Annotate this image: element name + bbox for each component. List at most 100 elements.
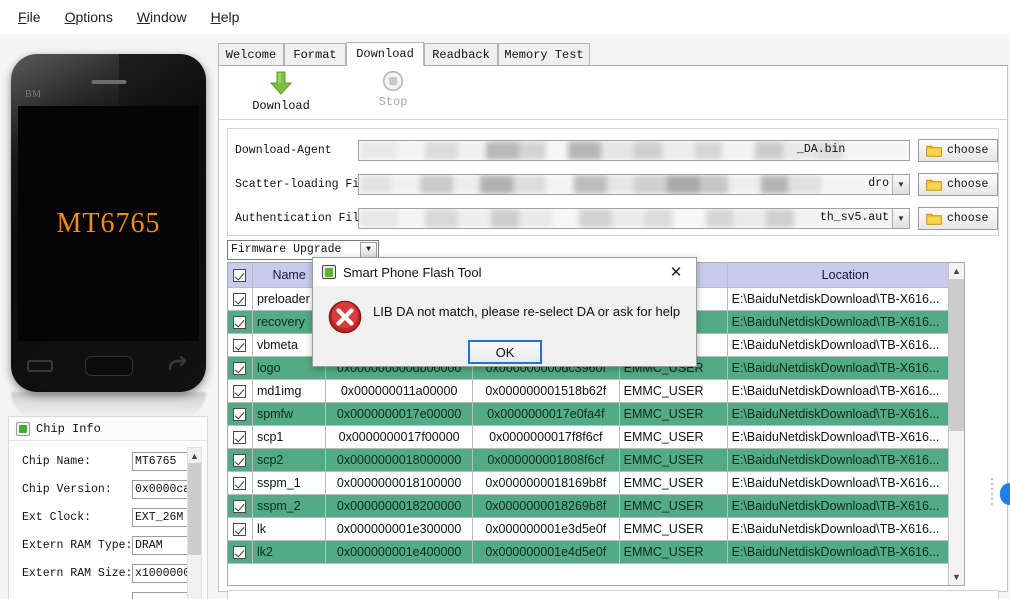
table-row[interactable]: lk2 0x000000001e400000 0x000000001e4d5e0… xyxy=(228,540,964,564)
cell-end: 0x0000000017f8f6cf xyxy=(472,425,620,449)
chip-name-value[interactable]: MT6765 xyxy=(132,451,194,471)
cell-name: scp2 xyxy=(252,448,327,472)
scatter-file-dropdown-icon[interactable]: ▼ xyxy=(892,175,909,194)
row-checkbox-cell[interactable] xyxy=(228,540,253,564)
scatter-file-input[interactable]: dro ▼ xyxy=(358,174,910,195)
row-checkbox[interactable] xyxy=(233,384,247,398)
auth-file-dropdown-icon[interactable]: ▼ xyxy=(892,209,909,228)
tab-readback[interactable]: Readback xyxy=(424,43,498,65)
menu-window[interactable]: Window xyxy=(125,6,199,28)
auth-file-input[interactable]: th_sv5.aut ▼ xyxy=(358,208,910,229)
chip-info-scrollbar[interactable]: ▲ ▼ xyxy=(187,447,202,599)
row-checkbox-cell[interactable] xyxy=(228,356,253,380)
scroll-up-icon[interactable]: ▲ xyxy=(188,448,201,463)
scroll-down-icon[interactable]: ▼ xyxy=(949,569,964,585)
row-checkbox-cell[interactable] xyxy=(228,425,253,449)
chip-version-value[interactable]: 0x0000ca00 xyxy=(132,479,194,499)
resize-grip[interactable] xyxy=(991,478,994,510)
row-checkbox[interactable] xyxy=(233,315,247,329)
table-row[interactable]: lk 0x000000001e300000 0x000000001e3d5e0f… xyxy=(228,517,964,541)
download-button-label: Download xyxy=(252,99,310,113)
row-checkbox-cell[interactable] xyxy=(228,448,253,472)
row-checkbox[interactable] xyxy=(233,522,247,536)
ext-clock-value[interactable]: EXT_26M xyxy=(132,507,194,527)
row-checkbox-cell[interactable] xyxy=(228,402,253,426)
download-agent-choose-button[interactable]: choose xyxy=(918,139,998,162)
tab-format[interactable]: Format xyxy=(284,43,346,65)
row-checkbox[interactable] xyxy=(233,407,247,421)
menu-help[interactable]: Help xyxy=(199,6,252,28)
menu-options[interactable]: Options xyxy=(53,6,125,28)
row-checkbox-cell[interactable] xyxy=(228,471,253,495)
home-key-icon xyxy=(85,356,134,376)
cell-location: E:\BaiduNetdiskDownload\TB-X616... xyxy=(727,471,964,495)
cell-location: E:\BaiduNetdiskDownload\TB-X616... xyxy=(727,287,964,311)
row-checkbox[interactable] xyxy=(233,338,247,352)
chip-name-label: Chip Name: xyxy=(22,454,92,468)
redacted-path xyxy=(359,175,909,194)
dialog-ok-button[interactable]: OK xyxy=(468,340,542,364)
chevron-down-icon[interactable]: ▼ xyxy=(360,242,377,258)
error-dialog: Smart Phone Flash Tool ✕ LIB DA not matc… xyxy=(312,257,697,367)
row-checkbox[interactable] xyxy=(233,430,247,444)
row-checkbox[interactable] xyxy=(233,361,247,375)
auth-file-choose-button[interactable]: choose xyxy=(918,207,998,230)
scroll-up-icon[interactable]: ▲ xyxy=(949,263,964,279)
table-row[interactable]: spmfw 0x0000000017e00000 0x0000000017e0f… xyxy=(228,402,964,426)
cell-location: E:\BaiduNetdiskDownload\TB-X616... xyxy=(727,379,964,403)
cell-location: E:\BaiduNetdiskDownload\TB-X616... xyxy=(727,494,964,518)
scrollbar-thumb[interactable] xyxy=(949,279,964,431)
cell-name: spmfw xyxy=(252,402,327,426)
table-row[interactable]: scp1 0x0000000017f00000 0x0000000017f8f6… xyxy=(228,425,964,449)
scrollbar-thumb[interactable] xyxy=(188,463,201,555)
scatter-file-label: Scatter-loading Fil xyxy=(235,178,367,191)
menu-key-icon xyxy=(27,360,54,372)
header-location[interactable]: Location xyxy=(727,263,964,288)
cell-name: sspm_2 xyxy=(252,494,327,518)
extern-ram-type-value[interactable]: DRAM xyxy=(132,535,194,555)
select-all-header[interactable] xyxy=(228,263,253,288)
select-all-checkbox[interactable] xyxy=(233,268,247,282)
phone-graphic: BM MT6765 xyxy=(11,54,206,392)
row-checkbox[interactable] xyxy=(233,292,247,306)
tab-welcome[interactable]: Welcome xyxy=(218,43,284,65)
extern-ram-size-value[interactable]: x100000000 xyxy=(132,563,194,583)
table-row[interactable]: scp2 0x0000000018000000 0x000000001808f6… xyxy=(228,448,964,472)
chip-icon xyxy=(16,421,30,436)
row-checkbox-cell[interactable] xyxy=(228,310,253,334)
row-checkbox-cell[interactable] xyxy=(228,494,253,518)
cell-begin: 0x0000000017f00000 xyxy=(325,425,473,449)
download-button[interactable]: Download xyxy=(237,70,325,118)
row-checkbox[interactable] xyxy=(233,453,247,467)
menu-file[interactable]: File xyxy=(6,6,53,28)
row-checkbox-cell[interactable] xyxy=(228,379,253,403)
folder-icon xyxy=(926,179,942,191)
table-row[interactable]: sspm_1 0x0000000018100000 0x000000001816… xyxy=(228,471,964,495)
tab-download[interactable]: Download xyxy=(346,42,424,66)
tab-memory-test[interactable]: Memory Test xyxy=(498,43,590,65)
flash-tool-window: File Options Window Help BM MT6765 Chip … xyxy=(0,0,1010,599)
row-checkbox-cell[interactable] xyxy=(228,287,253,311)
green-down-arrow-icon xyxy=(269,71,293,95)
table-scrollbar[interactable]: ▲ ▼ xyxy=(948,263,964,585)
table-row[interactable]: sspm_2 0x0000000018200000 0x000000001826… xyxy=(228,494,964,518)
folder-icon xyxy=(926,145,942,157)
close-icon[interactable]: ✕ xyxy=(656,258,696,286)
stop-button[interactable]: Stop xyxy=(349,70,437,118)
cell-location: E:\BaiduNetdiskDownload\TB-X616... xyxy=(727,425,964,449)
table-row[interactable]: md1img 0x000000011a00000 0x000000001518b… xyxy=(228,379,964,403)
cell-region: EMMC_USER xyxy=(619,448,728,472)
row-checkbox[interactable] xyxy=(233,476,247,490)
download-agent-input[interactable]: _DA.bin xyxy=(358,140,910,161)
row-checkbox[interactable] xyxy=(233,545,247,559)
app-icon xyxy=(322,265,336,279)
row-checkbox-cell[interactable] xyxy=(228,517,253,541)
row-checkbox[interactable] xyxy=(233,499,247,513)
status-strip xyxy=(227,590,999,599)
phone-speaker-icon xyxy=(91,80,126,84)
scatter-file-choose-button[interactable]: choose xyxy=(918,173,998,196)
chip-info-extra-value[interactable] xyxy=(132,591,194,599)
cell-region: EMMC_USER xyxy=(619,379,728,403)
row-checkbox-cell[interactable] xyxy=(228,333,253,357)
cell-location: E:\BaiduNetdiskDownload\TB-X616... xyxy=(727,517,964,541)
